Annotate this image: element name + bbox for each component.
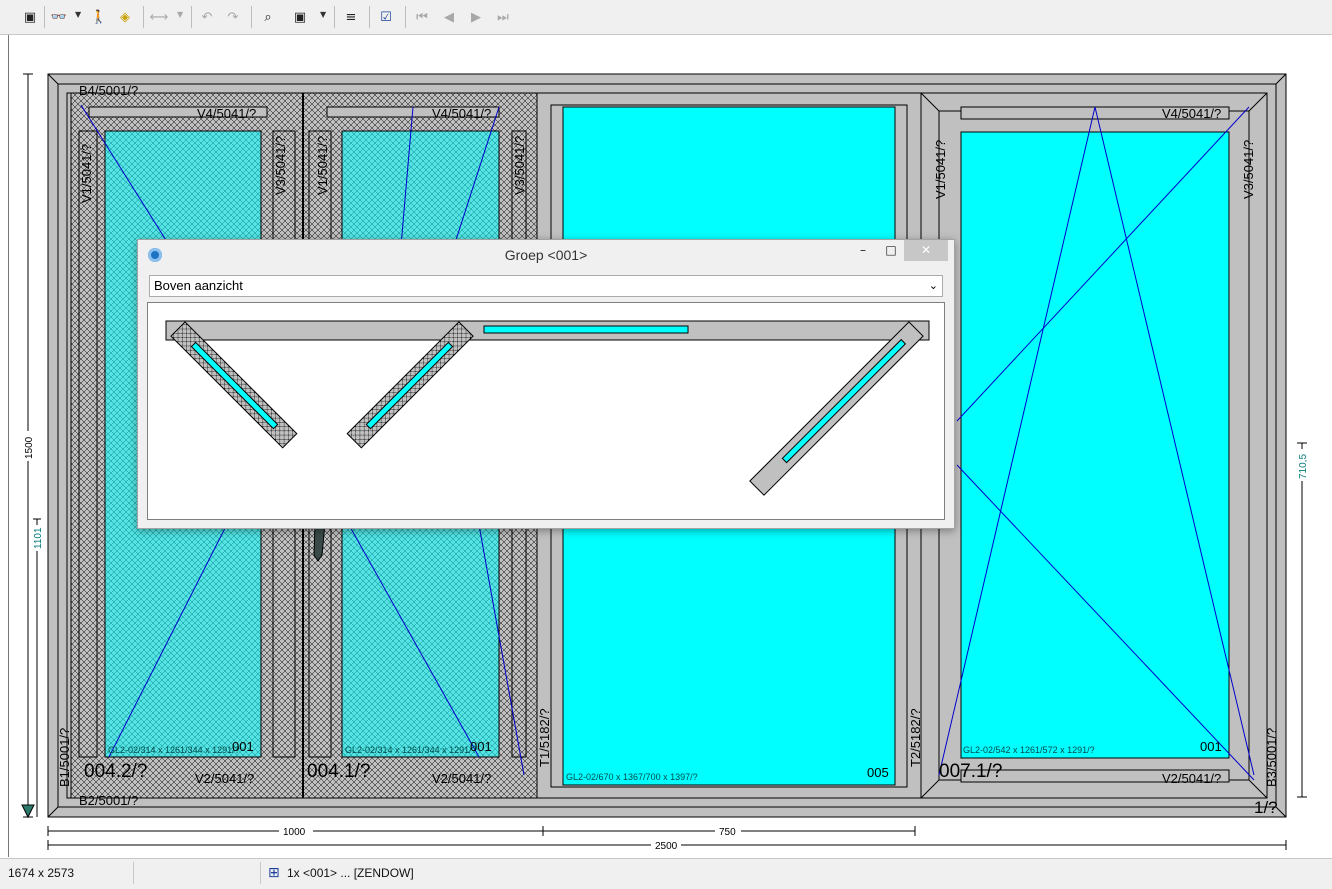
dim-width-left: 1000: [283, 827, 306, 838]
person-icon[interactable]: 🚶: [88, 6, 110, 28]
group-dialog[interactable]: Groep <001> – □ ✕ Boven aanzicht ⌄: [137, 239, 955, 529]
glass-spec-a: GL2-02/314 x 1261/344 x 1291/?: [108, 745, 240, 755]
dialog-titlebar[interactable]: Groep <001> – □ ✕: [138, 240, 954, 270]
sash-label-v2-b: V2/5041/?: [432, 771, 491, 786]
status-bar: 1674 x 2573 ⊞ 1x <001> ... [ZENDOW]: [0, 858, 1332, 889]
glass-spec-d: GL2-02/542 x 1261/572 x 1291/?: [963, 745, 1095, 755]
sash-id-a: 004.2/?: [84, 761, 147, 782]
dim-height-right: 710,5: [1298, 454, 1309, 479]
sash-id-b: 004.1/?: [307, 761, 370, 782]
sash-label-v4-c: V4/5041/?: [1162, 106, 1221, 121]
view-select[interactable]: Boven aanzicht ⌄: [149, 275, 943, 297]
frame-id-label: 1/?: [1254, 798, 1278, 817]
chevron-down-icon[interactable]: ▼: [75, 10, 81, 19]
top-view-sash-a: [170, 321, 298, 449]
close-button[interactable]: ✕: [904, 240, 948, 261]
sash-label-v2-c: V2/5041/?: [1162, 771, 1221, 786]
zoom-select-icon[interactable]: ⌕: [257, 6, 279, 28]
glass-number-b: 001: [470, 739, 492, 754]
sash-label-v3-c: V3/5041/?: [1241, 140, 1256, 199]
chevron-down-icon[interactable]: ▼: [320, 10, 326, 19]
sash-label-v4-a: V4/5041/?: [197, 106, 256, 121]
frame-label-t2: T2/5182/?: [908, 708, 923, 767]
toolbar-separator: [251, 6, 252, 28]
sash-label-v1-c: V1/5041/?: [933, 140, 948, 199]
frame-label-t1: T1/5182/?: [537, 708, 552, 767]
frame-label-b3: B3/5001/?: [1264, 728, 1279, 787]
glass-number-d: 001: [1200, 739, 1222, 754]
toolbar-separator: [405, 6, 406, 28]
glass-spec-c: GL2-02/670 x 1367/700 x 1397/?: [566, 772, 698, 782]
status-group: 1x <001> ... [ZENDOW]: [287, 866, 414, 880]
chevron-down-icon: ▼: [177, 10, 184, 19]
sash-id-c: 007.1/?: [939, 761, 1002, 782]
glass-number-a: 001: [232, 739, 254, 754]
app-logo-icon[interactable]: ▣: [19, 6, 41, 28]
sash-label-v1-a: V1/5041/?: [79, 144, 94, 203]
sash-label-v3-b: V3/5041/?: [512, 136, 527, 195]
toolbar-separator: [334, 6, 335, 28]
checklist-flash-icon[interactable]: ☑: [375, 6, 397, 28]
first-icon: ⏮: [416, 9, 428, 25]
dialog-title: Groep <001>: [504, 247, 588, 263]
redo-icon: ↷: [227, 9, 239, 25]
glass-number-c: 005: [867, 765, 889, 780]
anchor-marker-icon: [21, 804, 35, 819]
status-size: 1674 x 2573: [8, 866, 75, 880]
frame-label-b2: B2/5001/?: [79, 793, 138, 808]
previous-icon: ◀: [444, 9, 454, 25]
undo-icon: ↶: [201, 9, 213, 25]
layers-icon[interactable]: ◈: [114, 6, 136, 28]
dim-width-mid: 750: [719, 827, 736, 838]
glasses-icon[interactable]: 👓: [48, 6, 70, 28]
top-view-sash-c: [749, 321, 924, 496]
align-left-icon[interactable]: ≡: [340, 6, 362, 28]
dim-height-handle: 1101: [33, 527, 44, 549]
glass-panel-d[interactable]: [960, 131, 1230, 759]
dim-height-total: 1500: [24, 436, 35, 459]
dimension-icon: ⟷: [149, 9, 169, 25]
maximize-button[interactable]: □: [878, 240, 904, 261]
chevron-down-icon[interactable]: ⌄: [929, 276, 938, 296]
frame-label-b1: B1/5001/?: [57, 728, 72, 787]
status-separator: [260, 862, 261, 884]
sash-label-v4-b: V4/5041/?: [432, 106, 491, 121]
top-view-drawing: [165, 320, 930, 496]
grid-icon: ⊞: [268, 865, 280, 881]
toolbar-separator: [44, 6, 45, 28]
minimize-button[interactable]: –: [850, 240, 876, 261]
top-view-sash-b: [346, 321, 474, 449]
frame-label-b4: B4/5001/?: [79, 83, 138, 98]
sash-label-v1-b: V1/5041/?: [315, 136, 330, 195]
status-separator: [133, 862, 134, 884]
toolbar-separator: [369, 6, 370, 28]
last-icon: ⏭: [497, 9, 509, 25]
glass-spec-b: GL2-02/314 x 1261/344 x 1291/?: [345, 745, 477, 755]
next-icon: ▶: [471, 9, 481, 25]
dim-width-total: 2500: [655, 841, 678, 852]
top-view-canvas[interactable]: [147, 302, 945, 520]
sash-label-v2-a: V2/5041/?: [195, 771, 254, 786]
toolbar-separator: [143, 6, 144, 28]
view-select-value: Boven aanzicht: [154, 278, 243, 293]
frame-select-icon[interactable]: ▣: [289, 6, 311, 28]
toolbar-separator: [191, 6, 192, 28]
toolbar: ▣ 👓 ▼ 🚶 ◈ ⟷ ▼ ↶ ↷ ⌕ ▣ ▼ ≡ ☑ ⏮ ◀ ▶ ⏭: [0, 0, 1332, 35]
sash-label-v3-a: V3/5041/?: [273, 136, 288, 195]
